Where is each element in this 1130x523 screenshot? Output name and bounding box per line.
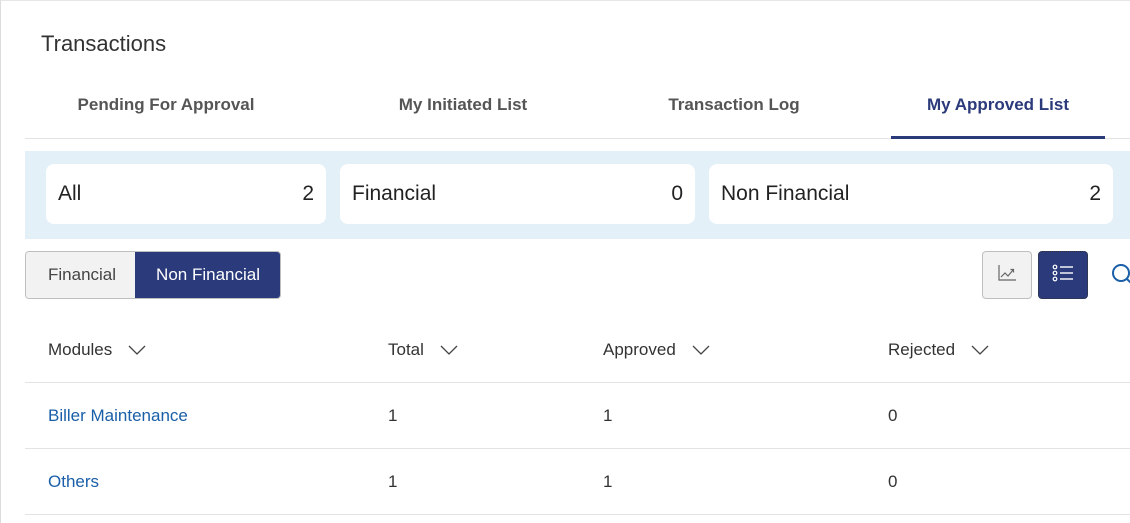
approved-cell: 1 [603,406,613,425]
module-link[interactable]: Others [48,449,99,515]
total-cell: 1 [388,472,398,491]
column-label: Modules [48,340,113,359]
summary-card-count: 2 [302,182,314,205]
summary-card-all[interactable]: All 2 [46,164,326,224]
transaction-type-toggle: Financial Non Financial [25,251,281,299]
rejected-cell: 0 [888,406,898,425]
view-switcher [982,251,1088,299]
summary-strip: All 2 Financial 0 Non Financial 2 [25,151,1130,239]
summary-card-count: 0 [671,182,683,205]
total-cell: 1 [388,406,398,425]
summary-card-label: Non Financial [721,182,850,205]
summary-card-label: All [58,182,82,205]
page-title: Transactions [41,31,167,56]
tab-pending-for-approval[interactable]: Pending For Approval [67,85,265,139]
chevron-down-icon [440,345,458,355]
tab-transaction-log[interactable]: Transaction Log [660,85,808,139]
transactions-panel: Transactions Pending For Approval My Ini… [0,0,1130,523]
summary-card-label: Financial [352,182,437,205]
chevron-down-icon [692,345,710,355]
chevron-down-icon [128,345,146,355]
toggle-financial[interactable]: Financial [26,252,136,298]
column-header-rejected[interactable]: Rejected [888,317,989,383]
toggle-non-financial[interactable]: Non Financial [135,252,280,298]
line-chart-icon [997,264,1017,287]
column-header-total[interactable]: Total [388,317,458,383]
summary-card-financial[interactable]: Financial 0 [340,164,695,224]
tab-my-initiated-list[interactable]: My Initiated List [385,85,541,139]
tab-bar: Pending For Approval My Initiated List T… [25,85,1130,139]
list-icon [1052,264,1074,287]
summary-card-non-financial[interactable]: Non Financial 2 [709,164,1113,224]
column-label: Approved [603,340,676,359]
column-label: Rejected [888,340,956,359]
column-label: Total [388,340,424,359]
chart-view-button[interactable] [982,251,1032,299]
list-view-button[interactable] [1038,251,1088,299]
search-icon[interactable] [1109,261,1130,289]
table-header: Modules Total Approved Rejected [25,317,1130,383]
rejected-cell: 0 [888,472,898,491]
column-header-approved[interactable]: Approved [603,317,710,383]
table-row: Biller Maintenance 1 1 0 [25,383,1130,449]
module-link[interactable]: Biller Maintenance [48,383,188,449]
approved-cell: 1 [603,472,613,491]
tab-my-approved-list[interactable]: My Approved List [891,85,1105,139]
summary-card-count: 2 [1089,182,1101,205]
chevron-down-icon [971,345,989,355]
column-header-modules[interactable]: Modules [48,317,146,383]
table-row: Others 1 1 0 [25,449,1130,515]
